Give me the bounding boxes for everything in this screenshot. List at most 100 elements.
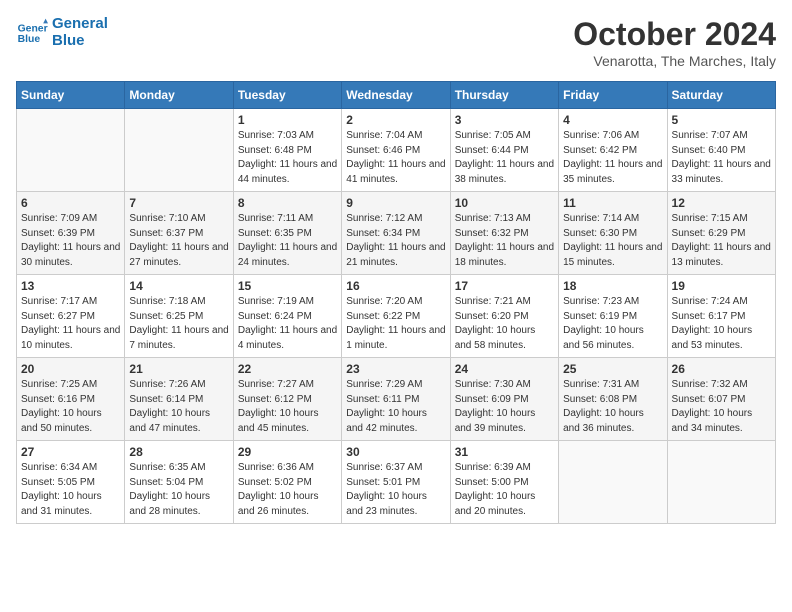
- day-detail: Sunrise: 7:26 AM Sunset: 6:14 PM Dayligh…: [129, 378, 228, 436]
- month-title: October 2024: [573, 16, 776, 53]
- calendar-header: SundayMondayTuesdayWednesdayThursdayFrid…: [17, 82, 776, 109]
- day-detail: Sunrise: 7:20 AM Sunset: 6:22 PM Dayligh…: [346, 295, 445, 353]
- header-day: Sunday: [17, 82, 125, 109]
- header-day: Monday: [125, 82, 233, 109]
- calendar-week-row: 1 Sunrise: 7:03 AM Sunset: 6:48 PM Daylig…: [17, 109, 776, 192]
- day-detail: Sunrise: 6:37 AM Sunset: 5:01 PM Dayligh…: [346, 461, 445, 519]
- day-number: 15: [238, 279, 337, 293]
- day-number: 25: [563, 362, 662, 376]
- day-number: 7: [129, 196, 228, 210]
- day-detail: Sunrise: 7:15 AM Sunset: 6:29 PM Dayligh…: [672, 212, 771, 270]
- calendar-week-row: 6Sunrise: 7:09 AM Sunset: 6:39 PM Daylig…: [17, 192, 776, 275]
- day-number: 12: [672, 196, 771, 210]
- day-number: 26: [672, 362, 771, 376]
- calendar-cell: 22 Sunrise: 7:27 AM Sunset: 6:12 PM Dayli…: [233, 358, 341, 441]
- header-row: SundayMondayTuesdayWednesdayThursdayFrid…: [17, 82, 776, 109]
- calendar-cell: [667, 441, 775, 524]
- calendar-cell: 7 Sunrise: 7:10 AM Sunset: 6:37 PM Daylig…: [125, 192, 233, 275]
- day-detail: Sunrise: 7:31 AM Sunset: 6:08 PM Dayligh…: [563, 378, 662, 436]
- day-number: 29: [238, 445, 337, 459]
- day-detail: Sunrise: 7:04 AM Sunset: 6:46 PM Dayligh…: [346, 129, 445, 187]
- day-detail: Sunrise: 7:29 AM Sunset: 6:11 PM Dayligh…: [346, 378, 445, 436]
- day-detail: Sunrise: 6:39 AM Sunset: 5:00 PM Dayligh…: [455, 461, 554, 519]
- svg-text:Blue: Blue: [18, 33, 41, 44]
- day-number: 31: [455, 445, 554, 459]
- day-detail: Sunrise: 7:11 AM Sunset: 6:35 PM Dayligh…: [238, 212, 337, 270]
- calendar-cell: 17Sunrise: 7:21 AM Sunset: 6:20 PM Dayli…: [450, 275, 558, 358]
- day-number: 5: [672, 113, 771, 127]
- calendar-week-row: 13 Sunrise: 7:17 AM Sunset: 6:27 PM Dayli…: [17, 275, 776, 358]
- location: Venarotta, The Marches, Italy: [573, 53, 776, 69]
- day-number: 3: [455, 113, 554, 127]
- calendar-cell: 19 Sunrise: 7:24 AM Sunset: 6:17 PM Dayli…: [667, 275, 775, 358]
- calendar-cell: 4 Sunrise: 7:06 AM Sunset: 6:42 PM Daylig…: [559, 109, 667, 192]
- day-number: 19: [672, 279, 771, 293]
- calendar-cell: 11 Sunrise: 7:14 AM Sunset: 6:30 PM Dayli…: [559, 192, 667, 275]
- day-detail: Sunrise: 7:19 AM Sunset: 6:24 PM Dayligh…: [238, 295, 337, 353]
- day-detail: Sunrise: 7:09 AM Sunset: 6:39 PM Dayligh…: [21, 212, 120, 270]
- day-number: 8: [238, 196, 337, 210]
- logo-line2: Blue: [52, 33, 108, 50]
- header-day: Thursday: [450, 82, 558, 109]
- day-detail: Sunrise: 7:14 AM Sunset: 6:30 PM Dayligh…: [563, 212, 662, 270]
- day-detail: Sunrise: 6:36 AM Sunset: 5:02 PM Dayligh…: [238, 461, 337, 519]
- day-detail: Sunrise: 7:21 AM Sunset: 6:20 PM Dayligh…: [455, 295, 554, 353]
- logo-line1: General: [52, 16, 108, 33]
- calendar-cell: 31 Sunrise: 6:39 AM Sunset: 5:00 PM Dayli…: [450, 441, 558, 524]
- day-detail: Sunrise: 7:13 AM Sunset: 6:32 PM Dayligh…: [455, 212, 554, 270]
- day-detail: Sunrise: 7:30 AM Sunset: 6:09 PM Dayligh…: [455, 378, 554, 436]
- day-number: 24: [455, 362, 554, 376]
- calendar-cell: 27Sunrise: 6:34 AM Sunset: 5:05 PM Dayli…: [17, 441, 125, 524]
- calendar-cell: 9Sunrise: 7:12 AM Sunset: 6:34 PM Daylig…: [342, 192, 450, 275]
- day-detail: Sunrise: 6:35 AM Sunset: 5:04 PM Dayligh…: [129, 461, 228, 519]
- day-detail: Sunrise: 7:32 AM Sunset: 6:07 PM Dayligh…: [672, 378, 771, 436]
- page-header: General Blue General Blue October 2024 V…: [16, 16, 776, 69]
- calendar-cell: 3 Sunrise: 7:05 AM Sunset: 6:44 PM Daylig…: [450, 109, 558, 192]
- title-block: October 2024 Venarotta, The Marches, Ita…: [573, 16, 776, 69]
- day-detail: Sunrise: 7:24 AM Sunset: 6:17 PM Dayligh…: [672, 295, 771, 353]
- day-number: 4: [563, 113, 662, 127]
- calendar-cell: 21 Sunrise: 7:26 AM Sunset: 6:14 PM Dayli…: [125, 358, 233, 441]
- calendar-cell: 6Sunrise: 7:09 AM Sunset: 6:39 PM Daylig…: [17, 192, 125, 275]
- calendar-cell: 8 Sunrise: 7:11 AM Sunset: 6:35 PM Daylig…: [233, 192, 341, 275]
- day-number: 11: [563, 196, 662, 210]
- day-number: 20: [21, 362, 120, 376]
- day-number: 9: [346, 196, 445, 210]
- day-number: 18: [563, 279, 662, 293]
- calendar-cell: 2 Sunrise: 7:04 AM Sunset: 6:46 PM Daylig…: [342, 109, 450, 192]
- day-detail: Sunrise: 7:23 AM Sunset: 6:19 PM Dayligh…: [563, 295, 662, 353]
- calendar-cell: [125, 109, 233, 192]
- calendar-cell: [559, 441, 667, 524]
- day-number: 2: [346, 113, 445, 127]
- day-number: 30: [346, 445, 445, 459]
- calendar-cell: 12 Sunrise: 7:15 AM Sunset: 6:29 PM Dayli…: [667, 192, 775, 275]
- day-number: 1: [238, 113, 337, 127]
- header-day: Saturday: [667, 82, 775, 109]
- day-number: 21: [129, 362, 228, 376]
- calendar-cell: 29 Sunrise: 6:36 AM Sunset: 5:02 PM Dayli…: [233, 441, 341, 524]
- calendar-cell: 24 Sunrise: 7:30 AM Sunset: 6:09 PM Dayli…: [450, 358, 558, 441]
- day-detail: Sunrise: 7:05 AM Sunset: 6:44 PM Dayligh…: [455, 129, 554, 187]
- day-number: 23: [346, 362, 445, 376]
- day-detail: Sunrise: 7:03 AM Sunset: 6:48 PM Dayligh…: [238, 129, 337, 187]
- header-day: Tuesday: [233, 82, 341, 109]
- calendar-cell: 28Sunrise: 6:35 AM Sunset: 5:04 PM Dayli…: [125, 441, 233, 524]
- day-detail: Sunrise: 7:06 AM Sunset: 6:42 PM Dayligh…: [563, 129, 662, 187]
- day-detail: Sunrise: 7:25 AM Sunset: 6:16 PM Dayligh…: [21, 378, 120, 436]
- day-detail: Sunrise: 7:27 AM Sunset: 6:12 PM Dayligh…: [238, 378, 337, 436]
- calendar-week-row: 27Sunrise: 6:34 AM Sunset: 5:05 PM Dayli…: [17, 441, 776, 524]
- day-number: 22: [238, 362, 337, 376]
- calendar-cell: [17, 109, 125, 192]
- header-day: Friday: [559, 82, 667, 109]
- calendar-cell: 5 Sunrise: 7:07 AM Sunset: 6:40 PM Daylig…: [667, 109, 775, 192]
- day-detail: Sunrise: 7:10 AM Sunset: 6:37 PM Dayligh…: [129, 212, 228, 270]
- day-detail: Sunrise: 7:17 AM Sunset: 6:27 PM Dayligh…: [21, 295, 120, 353]
- calendar-cell: 25 Sunrise: 7:31 AM Sunset: 6:08 PM Dayli…: [559, 358, 667, 441]
- logo: General Blue General Blue: [16, 16, 108, 49]
- calendar-week-row: 20 Sunrise: 7:25 AM Sunset: 6:16 PM Dayli…: [17, 358, 776, 441]
- svg-text:General: General: [18, 23, 48, 34]
- day-number: 13: [21, 279, 120, 293]
- day-detail: Sunrise: 7:07 AM Sunset: 6:40 PM Dayligh…: [672, 129, 771, 187]
- calendar-cell: 16 Sunrise: 7:20 AM Sunset: 6:22 PM Dayli…: [342, 275, 450, 358]
- day-number: 16: [346, 279, 445, 293]
